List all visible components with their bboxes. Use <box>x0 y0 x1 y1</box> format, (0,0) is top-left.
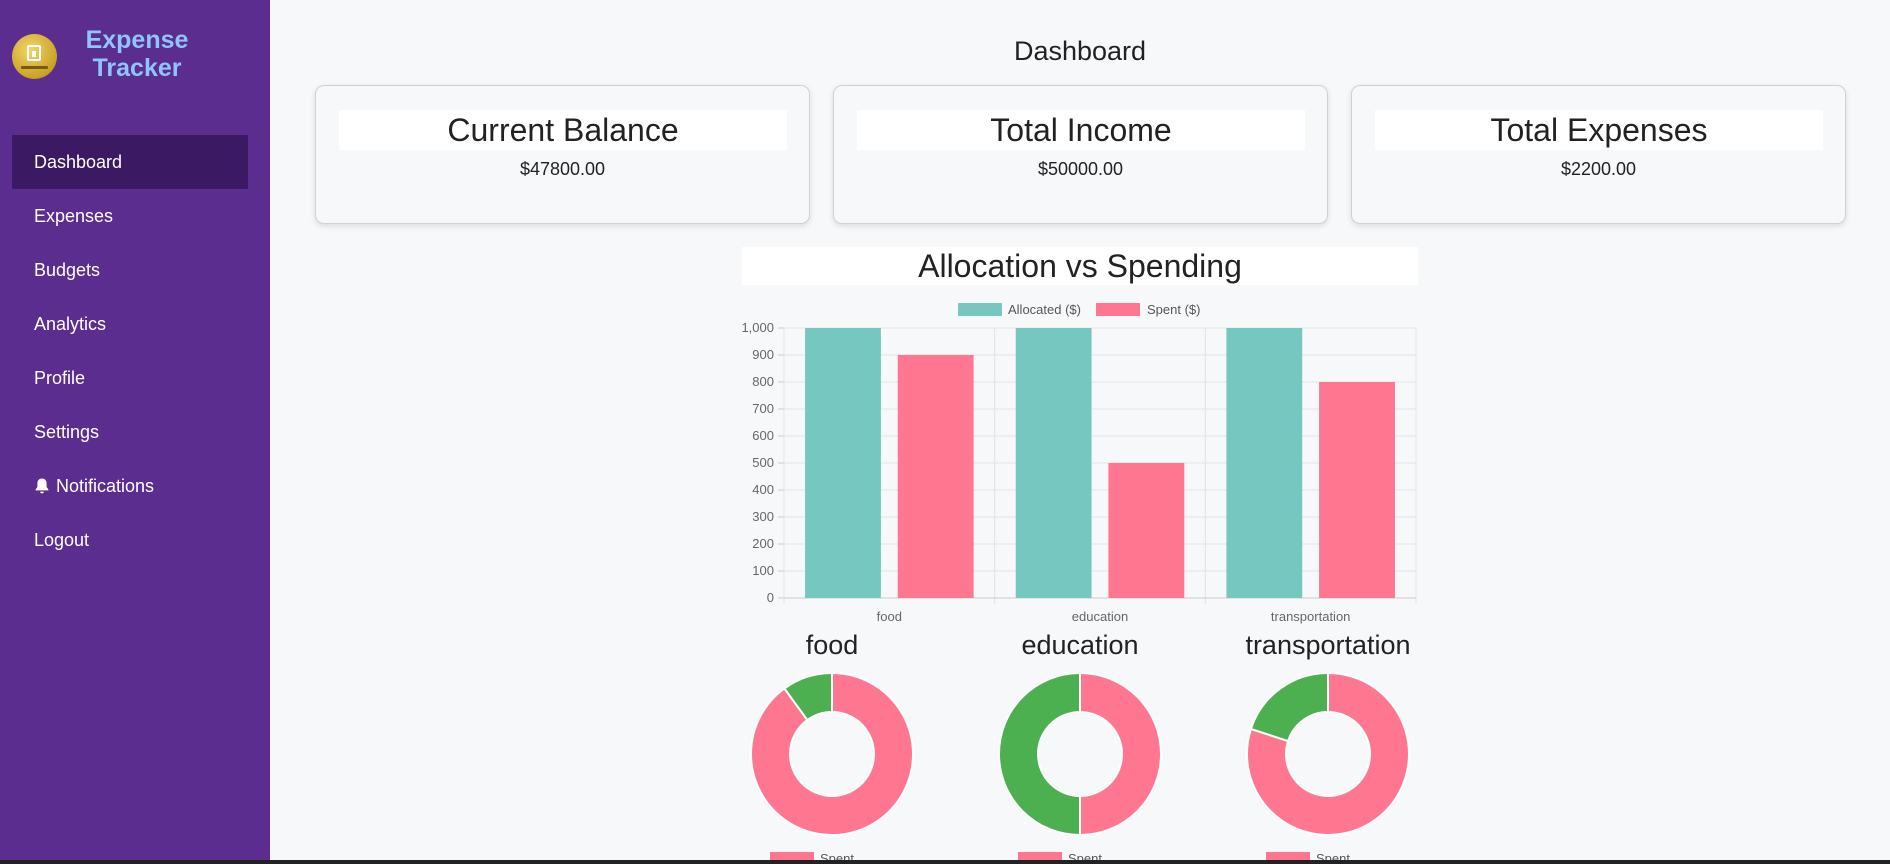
bar <box>897 355 974 598</box>
sidebar-item-analytics[interactable]: Analytics <box>12 297 248 351</box>
bar <box>1226 328 1303 598</box>
sidebar-item-label: Analytics <box>34 313 107 334</box>
bar-chart-svg: Allocated ($) Spent ($) 0 100 200 300 400 500 60… <box>741 302 1417 624</box>
x-tick-label: education <box>1072 609 1128 624</box>
legend-swatch <box>958 303 1002 316</box>
sidebar-item-expenses[interactable]: Expenses <box>12 189 248 243</box>
donut-title: transportation <box>1245 630 1411 660</box>
logo <box>12 34 57 79</box>
sidebar-item-label: Settings <box>34 421 100 442</box>
building-icon <box>27 45 41 61</box>
card-title: Total Expenses <box>1375 110 1823 150</box>
chart-title: Allocation vs Spending <box>742 247 1418 285</box>
y-tick-label: 600 <box>752 428 774 443</box>
sidebar-item-label: Logout <box>34 529 90 550</box>
donut-svg: Spent <box>750 671 914 864</box>
donut-svg: Spent <box>998 671 1162 864</box>
bar <box>1108 463 1185 598</box>
page-title: Dashboard <box>1013 36 1147 66</box>
x-tick-label: food <box>877 609 902 624</box>
brand-title-line2: Tracker <box>92 54 182 82</box>
donut-transportation: transportation Spent <box>1228 630 1428 864</box>
y-tick-label: 700 <box>752 401 774 416</box>
sidebar-item-label: Profile <box>34 367 86 388</box>
y-tick-label: 0 <box>767 590 774 605</box>
donut-title: education <box>1021 630 1139 660</box>
bar <box>1015 328 1092 598</box>
sidebar-item-notifications[interactable]: Notifications <box>12 459 248 513</box>
brand-title-line1: Expense <box>85 26 189 54</box>
legend-swatch <box>1096 303 1140 316</box>
bar <box>805 328 881 598</box>
legend-label: Allocated ($) <box>1008 302 1081 317</box>
balance-card: Current Balance $47800.00 <box>315 85 810 224</box>
y-tick-label: 800 <box>752 374 774 389</box>
brand[interactable]: Expense Tracker <box>12 26 262 94</box>
bottom-border <box>0 860 1890 864</box>
x-tick-label: transportation <box>1271 609 1351 624</box>
sidebar-item-dashboard[interactable]: Dashboard <box>12 135 248 189</box>
donut-slice <box>1249 671 1329 743</box>
sidebar-item-profile[interactable]: Profile <box>12 351 248 405</box>
card-title: Total Income <box>857 110 1305 150</box>
sidebar-item-label: Expenses <box>34 205 114 226</box>
y-tick-label: 500 <box>752 455 774 470</box>
donut-svg: Spent <box>1246 671 1410 864</box>
y-tick-label: 100 <box>752 563 774 578</box>
sidebar: Expense Tracker Dashboard Expenses Budge… <box>0 0 270 864</box>
card-title: Current Balance <box>339 110 787 150</box>
income-card: Total Income $50000.00 <box>833 85 1328 224</box>
bell-icon <box>34 477 50 495</box>
donut-title: food <box>805 630 859 660</box>
card-value: $47800.00 <box>519 159 606 179</box>
y-tick-label: 1,000 <box>741 320 774 335</box>
y-tick-label: 900 <box>752 347 774 362</box>
donut-slice <box>1079 671 1162 837</box>
sidebar-item-label: Dashboard <box>34 151 123 172</box>
sidebar-item-label: Notifications <box>56 475 155 496</box>
bar <box>1319 382 1395 598</box>
sidebar-item-logout[interactable]: Logout <box>12 513 248 567</box>
y-tick-label: 400 <box>752 482 774 497</box>
logo-text-mark <box>21 66 48 69</box>
brand-title: Expense Tracker <box>67 26 207 82</box>
donut-food: food Spent <box>732 630 932 864</box>
y-tick-label: 300 <box>752 509 774 524</box>
expenses-card: Total Expenses $2200.00 <box>1351 85 1846 224</box>
card-value: $50000.00 <box>1037 159 1124 179</box>
sidebar-item-label: Budgets <box>34 259 101 280</box>
donut-slice <box>998 671 1081 837</box>
sidebar-item-budgets[interactable]: Budgets <box>12 243 248 297</box>
donut-education: education Spent <box>980 630 1180 864</box>
allocation-bar-chart: Allocated ($) Spent ($) 0 100 200 300 400 500 60… <box>740 297 1420 627</box>
legend-label: Spent ($) <box>1147 302 1200 317</box>
card-value: $2200.00 <box>1560 159 1637 179</box>
sidebar-item-settings[interactable]: Settings <box>12 405 248 459</box>
sidebar-nav: Dashboard Expenses Budgets Analytics Pro… <box>12 135 248 567</box>
y-tick-label: 200 <box>752 536 774 551</box>
